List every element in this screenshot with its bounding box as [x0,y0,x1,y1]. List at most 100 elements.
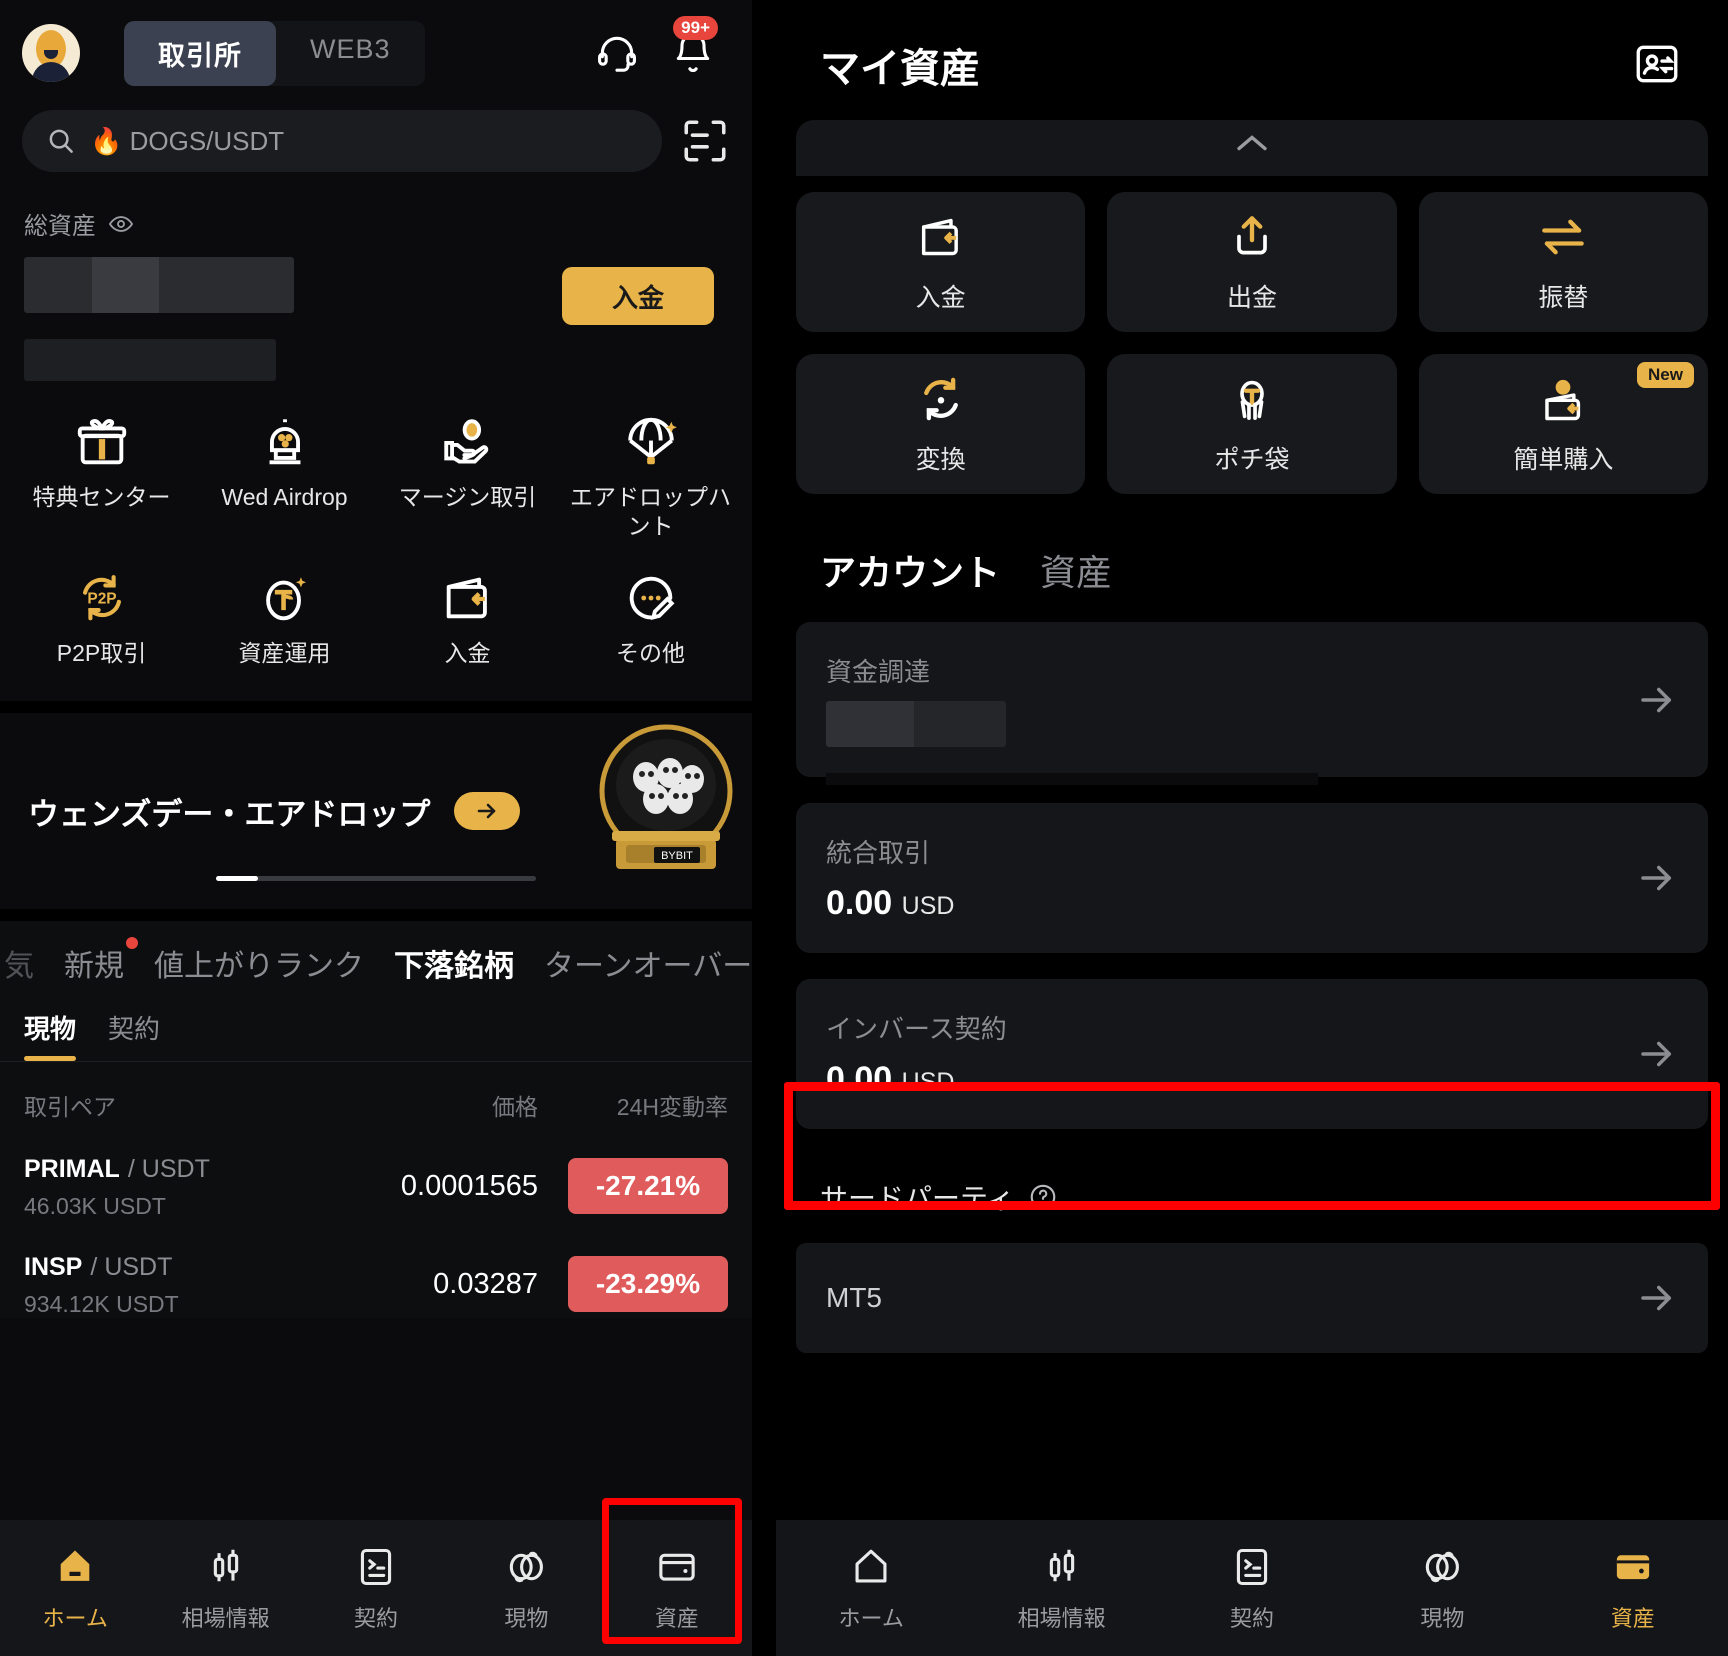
nav-label: 契約 [354,1606,399,1631]
nav-home[interactable]: ホーム [0,1543,150,1633]
nav-spot[interactable]: 現物 [1347,1543,1537,1633]
question-circle-icon[interactable] [1028,1182,1058,1212]
nav-contract[interactable]: 契約 [301,1543,451,1633]
wallet-deposit-icon [914,210,968,264]
nav-home[interactable]: ホーム [776,1543,966,1633]
rank-tab-new[interactable]: 新規 [64,937,138,985]
account-row-funding[interactable]: 資金調達 [796,622,1708,785]
section-divider [0,701,752,714]
quick-action-label: その他 [616,639,685,666]
quick-action-more[interactable]: その他 [559,557,742,678]
action-withdraw[interactable]: 出金 [1107,192,1397,332]
sub-tab-spot[interactable]: 現物 [24,1009,76,1046]
quick-action-label: マージン取引 [398,484,537,510]
tab-account[interactable]: アカウント [820,544,1000,596]
nav-assets[interactable]: 資産 [1538,1543,1728,1633]
new-dot-badge [126,937,138,950]
notification-badge: 99+ [673,16,718,41]
action-red-packet[interactable]: ポチ袋 [1107,354,1397,494]
tab-exchange[interactable]: 取引所 [124,20,276,86]
nav-label: 相場情報 [181,1606,270,1631]
svg-text:P2P: P2P [87,590,116,607]
rank-tab-gainers[interactable]: 値上がりランク [154,941,364,985]
nav-contract[interactable]: 契約 [1157,1543,1347,1633]
screenshot-stage: 取引所 WEB3 99+ 🔥 DOGS/USDT 総資産 入金 特典センター W… [0,0,1728,1656]
action-label: 出金 [1226,284,1277,312]
quick-action-p2p[interactable]: P2P P2P取引 [10,557,193,678]
quick-action-earn[interactable]: 資産運用 [193,557,376,678]
quick-action-wed-airdrop[interactable]: Wed Airdrop [193,401,376,551]
action-convert[interactable]: 変換 [796,354,1086,494]
account-row-inverse[interactable]: インバース契約 0.00 USD [796,979,1708,1129]
account-value: 0.00 USD [826,884,1636,923]
quick-action-airdrop-hunt[interactable]: エアドロップハント [559,401,742,551]
banner-pagination[interactable] [216,876,536,882]
deposit-button[interactable]: 入金 [562,267,714,325]
bottom-navigation: ホーム 相場情報 契約 現物 資産 [776,1520,1728,1656]
sub-tab-contract[interactable]: 契約 [108,1009,160,1046]
pair-name: PRIMAL / USDT [24,1152,338,1185]
third-party-row-mt5[interactable]: MT5 [796,1243,1708,1353]
balance-hidden-primary [24,257,294,313]
exchange-web3-segmented-control[interactable]: 取引所 WEB3 [124,20,425,86]
balance-area: 入金 [24,257,728,381]
nav-markets[interactable]: 相場情報 [150,1543,300,1633]
avatar[interactable] [22,24,80,82]
contract-doc-icon [1228,1543,1276,1591]
pair-quote: / USDT [127,1155,210,1184]
search-value: 🔥 DOGS/USDT [90,125,285,156]
account-unit: USD [901,892,955,920]
tab-assets[interactable]: 資産 [1040,544,1112,596]
nav-label: ホーム [838,1606,904,1631]
rank-tab-losers[interactable]: 下落銘柄 [394,941,514,985]
headset-icon[interactable] [594,30,640,76]
scan-qr-icon[interactable] [680,116,730,166]
search-input[interactable]: 🔥 DOGS/USDT [22,110,662,172]
account-value: 0.00 USD [826,1060,1636,1099]
action-deposit[interactable]: 入金 [796,192,1086,332]
col-price: 価格 [492,1094,538,1121]
pair-change[interactable]: -27.21% [568,1158,728,1215]
balance-hidden-secondary [24,339,276,381]
collapse-handle[interactable] [796,120,1708,176]
rank-tab-clipped[interactable]: 気 [4,941,34,985]
convert-icon [914,372,968,426]
quick-action-deposit[interactable]: 入金 [376,557,559,678]
nav-label: 資産 [654,1606,699,1631]
rank-tab-turnover[interactable]: ターンオーバー [544,941,752,985]
third-party-label: サードパーティ [820,1183,1015,1214]
banner-artwork: BYBIT [592,719,740,879]
table-row[interactable]: PRIMAL / USDT 46.03K USDT 0.0001565 -27.… [0,1122,752,1220]
asset-actions-grid: 入金 出金 振替 変換 ポチ袋 New 簡単購入 [776,176,1728,494]
rank-tab-label: 新規 [64,950,124,984]
pair-base: INSP [24,1253,83,1282]
section-tabs: アカウント 資産 [776,494,1728,596]
tab-web3[interactable]: WEB3 [276,21,425,86]
search-row: 🔥 DOGS/USDT [0,110,752,172]
quick-action-margin-trading[interactable]: マージン取引 [376,401,559,551]
nav-markets[interactable]: 相場情報 [966,1543,1156,1633]
new-badge: New [1637,362,1694,388]
nav-spot[interactable]: 現物 [451,1543,601,1633]
wallet-deposit-icon [437,567,499,629]
wednesday-airdrop-banner[interactable]: ウェンズデー・エアドロップ BYBIT [0,713,752,910]
action-transfer[interactable]: 振替 [1418,192,1708,332]
withdraw-up-icon [1225,210,1279,264]
quick-actions-grid: 特典センター Wed Airdrop マージン取引 エアドロップハント P2P … [0,381,752,701]
account-switch-icon[interactable] [1632,39,1684,91]
quick-action-label: Wed Airdrop [221,484,348,510]
table-row[interactable]: INSP / USDT 934.12K USDT 0.03287 -23.29% [0,1220,752,1318]
arrow-right-icon [1641,1285,1671,1311]
pair-change[interactable]: -23.29% [568,1256,728,1313]
action-easy-buy[interactable]: New 簡単購入 [1418,354,1708,494]
account-row-unified[interactable]: 統合取引 0.00 USD [796,803,1708,953]
nav-assets[interactable]: 資産 [602,1543,752,1633]
quick-action-rewards[interactable]: 特典センター [10,401,193,551]
notification-bell[interactable]: 99+ [670,16,718,76]
eye-icon[interactable] [108,211,134,237]
earn-token-icon [254,567,316,629]
bottom-navigation: ホーム 相場情報 契約 現物 資産 [0,1520,752,1656]
contract-doc-icon [352,1543,400,1591]
mt5-label: MT5 [826,1282,882,1313]
arrow-right-icon[interactable] [454,792,521,831]
